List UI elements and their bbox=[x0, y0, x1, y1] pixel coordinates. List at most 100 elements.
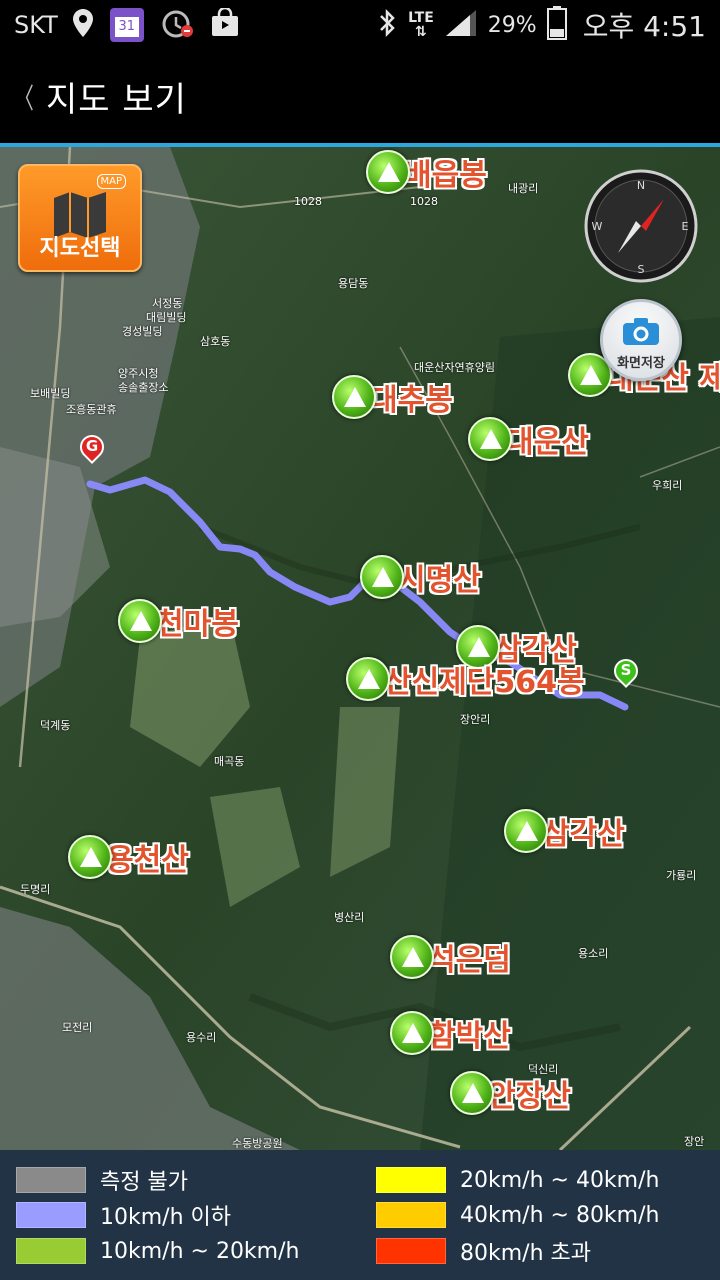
peak-marker[interactable]: 석은덤 bbox=[390, 935, 511, 979]
place-label: 보배빌딩 bbox=[30, 387, 71, 400]
legend-swatch bbox=[376, 1202, 446, 1228]
bluetooth-icon bbox=[376, 8, 398, 42]
peak-marker[interactable]: 시명산 bbox=[360, 555, 481, 599]
start-marker[interactable]: S bbox=[609, 654, 643, 693]
place-label: 대운산자연휴양림 bbox=[414, 361, 495, 374]
legend-item: 10km/h ~ 20km/h bbox=[16, 1237, 299, 1265]
peak-marker[interactable]: 안장산 bbox=[450, 1071, 571, 1115]
mountain-icon bbox=[118, 599, 162, 643]
calendar-icon: 31 bbox=[109, 8, 144, 42]
peak-marker[interactable]: 천마봉 bbox=[118, 599, 239, 643]
legend-swatch bbox=[376, 1238, 446, 1264]
carrier-label: SKT bbox=[14, 11, 58, 39]
place-label: 내광리 bbox=[508, 182, 539, 195]
place-label: 덕계동 bbox=[40, 719, 71, 732]
compass-s: S bbox=[638, 263, 645, 276]
legend-item: 40km/h ~ 80km/h bbox=[376, 1201, 659, 1229]
peak-label: 대운산 bbox=[506, 425, 589, 460]
peak-label: 천마봉 bbox=[156, 607, 239, 642]
place-label: 장안리 bbox=[460, 713, 491, 726]
legend-swatch bbox=[16, 1202, 86, 1228]
compass-n: N bbox=[637, 179, 645, 192]
place-label: 수동방공원 bbox=[232, 1137, 283, 1150]
peak-label: 산신제단564봉 bbox=[384, 665, 585, 700]
place-label: 용소리 bbox=[578, 947, 609, 960]
peak-label: 석은덤 bbox=[428, 943, 511, 978]
map-badge: MAP bbox=[96, 174, 126, 189]
mountain-icon bbox=[366, 150, 410, 194]
compass-w: W bbox=[592, 220, 603, 233]
mountain-icon bbox=[68, 835, 112, 879]
place-label: 용담동 bbox=[338, 277, 369, 290]
legend-swatch bbox=[376, 1167, 446, 1193]
peak-marker[interactable]: 산신제단564봉 bbox=[346, 657, 585, 701]
place-label: 용수리 bbox=[186, 1031, 217, 1044]
battery-percent: 29% bbox=[487, 12, 537, 38]
place-label: 1028 bbox=[410, 195, 438, 208]
mountain-icon bbox=[504, 809, 548, 853]
location-icon bbox=[72, 8, 94, 42]
peak-label: 대추봉 bbox=[370, 383, 453, 418]
camera-icon bbox=[623, 318, 659, 345]
status-bar: SKT 31 LTE ⇅ 29% 오후 4:51 bbox=[0, 0, 720, 50]
peak-marker[interactable]: 배읍봉 bbox=[366, 150, 487, 194]
map-select-label: 지도선택 bbox=[39, 236, 121, 261]
place-label: 매곡동 bbox=[214, 755, 245, 768]
peak-marker[interactable]: 함박산 bbox=[390, 1011, 511, 1055]
peak-label: 배읍봉 bbox=[404, 158, 487, 193]
mountain-icon bbox=[450, 1071, 494, 1115]
place-label: 두명리 bbox=[20, 883, 51, 896]
screen-save-label: 화면저장 bbox=[617, 356, 665, 371]
back-button[interactable]: 〈 bbox=[14, 77, 34, 117]
peak-label: 함박산 bbox=[428, 1019, 511, 1054]
place-label: 장안 bbox=[684, 1135, 705, 1148]
signal-icon bbox=[444, 8, 478, 42]
place-label: 모전리 bbox=[62, 1021, 93, 1034]
legend-label: 측정 불가 bbox=[100, 1170, 188, 1195]
title-bar: 〈 지도 보기 bbox=[0, 50, 720, 143]
legend-item: 측정 불가 bbox=[16, 1166, 188, 1195]
peak-label: 삼각산 bbox=[542, 817, 625, 852]
peak-marker[interactable]: 용천산 bbox=[68, 835, 189, 879]
goal-letter: G bbox=[85, 437, 99, 455]
legend-item: 20km/h ~ 40km/h bbox=[376, 1166, 659, 1194]
start-letter: S bbox=[620, 661, 632, 679]
place-label: 송솔출장소 bbox=[118, 381, 169, 394]
speed-legend: 측정 불가 10km/h 이하 10km/h ~ 20km/h 20km/h ~… bbox=[0, 1150, 720, 1280]
place-label: 가룡리 bbox=[666, 869, 697, 882]
peak-label: 안장산 bbox=[488, 1079, 571, 1114]
peak-marker[interactable]: 삼각산 bbox=[504, 809, 625, 853]
screen-save-button[interactable]: 화면저장 bbox=[600, 299, 682, 381]
network-label: LTE bbox=[408, 10, 434, 26]
legend-label: 20km/h ~ 40km/h bbox=[460, 1167, 660, 1193]
peak-label: 시명산 bbox=[398, 563, 481, 598]
calendar-day: 31 bbox=[114, 17, 139, 37]
legend-label: 40km/h ~ 80km/h bbox=[460, 1202, 660, 1228]
legend-swatch bbox=[16, 1238, 86, 1264]
map-select-button[interactable]: MAP 지도선택 bbox=[18, 164, 142, 272]
legend-item: 80km/h 초과 bbox=[376, 1237, 591, 1266]
goal-marker[interactable]: G bbox=[75, 430, 109, 469]
legend-swatch bbox=[16, 1167, 86, 1193]
shopping-bag-icon bbox=[210, 6, 240, 42]
legend-item: 10km/h 이하 bbox=[16, 1201, 231, 1230]
alarm-icon bbox=[160, 7, 194, 43]
clock: 오후 4:51 bbox=[582, 10, 706, 43]
legend-label: 10km/h ~ 20km/h bbox=[100, 1238, 300, 1264]
peak-marker[interactable]: 대운산 bbox=[468, 417, 589, 461]
compass-e: E bbox=[682, 220, 689, 233]
place-label: 조흥동관휴 bbox=[66, 403, 117, 416]
mountain-icon bbox=[390, 935, 434, 979]
page-title: 지도 보기 bbox=[46, 80, 187, 120]
place-label: 삼호동 bbox=[200, 335, 231, 348]
place-label: 병산리 bbox=[334, 911, 365, 924]
mountain-icon bbox=[346, 657, 390, 701]
mountain-icon bbox=[332, 375, 376, 419]
compass-icon[interactable]: N S E W bbox=[584, 169, 698, 283]
legend-label: 10km/h 이하 bbox=[100, 1205, 231, 1230]
legend-label: 80km/h 초과 bbox=[460, 1241, 591, 1266]
peak-marker[interactable]: 대추봉 bbox=[332, 375, 453, 419]
place-label: 1028 bbox=[294, 195, 322, 208]
battery-icon bbox=[546, 6, 567, 44]
map-view[interactable]: 내광리 1028 1028 용담동 대운산자연휴양림 서정동 대림빌딩 경성빌딩… bbox=[0, 147, 720, 1150]
